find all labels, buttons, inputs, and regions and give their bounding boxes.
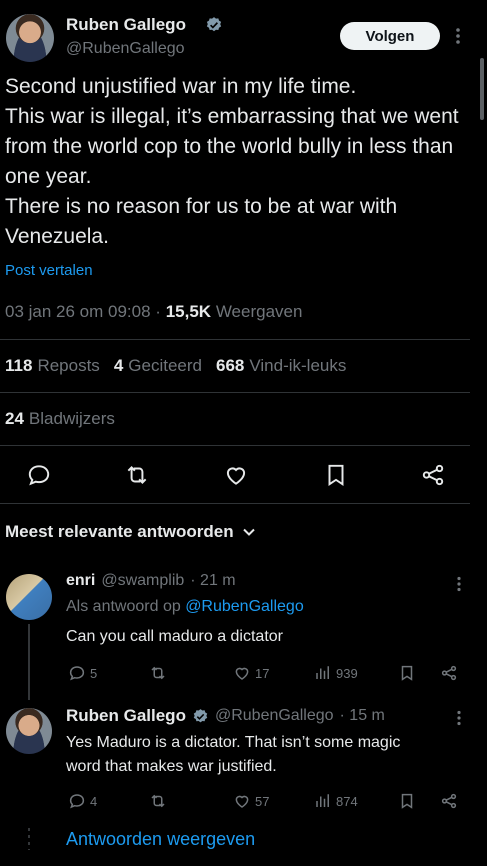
tweet-line: Second unjustified war in my life time.: [5, 75, 357, 98]
reply-icon: [69, 666, 85, 681]
bookmark-icon[interactable]: [398, 664, 416, 682]
like-icon: [235, 795, 249, 808]
repost-icon: [151, 794, 165, 808]
tweet-line: There is no reason for us to be at war w…: [5, 195, 398, 248]
more-icon[interactable]: [456, 576, 462, 592]
share-icon[interactable]: [440, 792, 458, 810]
verified-badge-icon: [206, 17, 222, 32]
reply-action-like[interactable]: 17: [233, 664, 269, 682]
divider: [0, 339, 470, 340]
likes-stat[interactable]: 668 Vind-ik-leuks: [216, 356, 346, 376]
views-icon: [316, 794, 329, 807]
divider: [0, 392, 470, 393]
share-icon[interactable]: [420, 462, 446, 488]
like-icon: [235, 667, 249, 680]
thread-connector: [28, 828, 30, 850]
like-icon[interactable]: [223, 462, 249, 488]
like-count: 57: [255, 793, 270, 809]
reply-action-repost[interactable]: [148, 792, 168, 810]
replies-sort-dropdown[interactable]: Meest relevante antwoorden: [5, 522, 256, 542]
reply-action-reply[interactable]: 4: [68, 792, 97, 810]
reply-icon: [69, 794, 85, 809]
repost-icon: [151, 666, 165, 680]
reply-author-handle[interactable]: @RubenGallego: [215, 707, 334, 725]
thread-line: [28, 624, 30, 700]
chevron-down-icon: [242, 528, 255, 536]
replies-sort-label: Meest relevante antwoorden: [5, 522, 234, 541]
views-label: Weergaven: [215, 302, 303, 321]
show-replies-link[interactable]: Antwoorden weergeven: [66, 829, 255, 850]
verified-badge-icon: [193, 708, 208, 722]
more-icon[interactable]: [456, 710, 462, 726]
bookmarks-count: 24: [5, 409, 24, 428]
reply-action-views[interactable]: 939: [314, 664, 358, 682]
reply-count: 5: [90, 665, 98, 681]
reply-icon[interactable]: [26, 462, 52, 488]
author-name[interactable]: Ruben Gallego: [66, 15, 186, 35]
likes-label: Vind-ik-leuks: [249, 356, 347, 375]
reply-header: Ruben Gallego @RubenGallego · 15 m: [66, 706, 385, 726]
engagement-stats: 118 Reposts 4 Geciteerd 668 Vind-ik-leuks: [5, 356, 346, 376]
quotes-count: 4: [113, 356, 124, 375]
likes-count: 668: [215, 356, 245, 375]
follow-button[interactable]: Volgen: [340, 22, 440, 50]
reply-to-label: Als antwoord op: [66, 598, 181, 615]
reply-author-name[interactable]: enri: [66, 572, 95, 590]
reply-time[interactable]: · 15 m: [340, 707, 385, 725]
repost-icon[interactable]: [124, 462, 150, 488]
views-count: 15,5K: [165, 302, 212, 321]
reply-author-name[interactable]: Ruben Gallego: [66, 706, 186, 726]
meta-separator: ·: [155, 302, 161, 321]
bookmarks-label: Bladwijzers: [28, 409, 115, 428]
view-count: 939: [336, 665, 358, 681]
tweet-line: This war is illegal, it’s embarrassing t…: [5, 105, 459, 188]
reposts-count: 118: [5, 356, 33, 375]
bookmark-icon[interactable]: [323, 462, 349, 488]
reply-action-repost[interactable]: [148, 664, 168, 682]
author-avatar[interactable]: [6, 14, 54, 62]
reply-count: 4: [90, 793, 98, 809]
reply-time[interactable]: · 21 m: [190, 572, 235, 590]
reply-to-handle[interactable]: @RubenGallego: [185, 598, 304, 615]
views-icon: [316, 666, 329, 679]
reply-header: enri @swamplib · 21 m: [66, 572, 236, 590]
scrollbar[interactable]: [480, 58, 484, 120]
author-handle[interactable]: @RubenGallego: [66, 40, 185, 58]
view-count: 874: [336, 793, 358, 809]
tweet-text: Second unjustified war in my life time. …: [5, 72, 475, 252]
reply-text: Can you call maduro a dictator: [66, 628, 283, 645]
reply-avatar[interactable]: [6, 574, 52, 620]
bookmarks-stat[interactable]: 24 Bladwijzers: [5, 409, 115, 429]
reply-author-handle[interactable]: @swamplib: [101, 572, 184, 590]
reposts-label: Reposts: [37, 356, 100, 375]
quotes-label: Geciteerd: [128, 356, 202, 375]
more-icon[interactable]: [455, 27, 461, 45]
share-icon[interactable]: [440, 664, 458, 682]
quotes-stat[interactable]: 4 Geciteerd: [114, 356, 202, 376]
reply-text: Yes Maduro is a dictator. That isn’t som…: [66, 734, 401, 775]
reply-avatar[interactable]: [6, 708, 52, 754]
timestamp[interactable]: 03 jan 26 om 09:08: [5, 302, 151, 321]
reply-action-views[interactable]: 874: [314, 792, 358, 810]
tweet-meta: 03 jan 26 om 09:08 · 15,5K Weergaven: [5, 302, 302, 322]
reply-action-reply[interactable]: 5: [68, 664, 97, 682]
bookmark-icon[interactable]: [398, 792, 416, 810]
divider: [0, 503, 470, 504]
divider: [0, 445, 470, 446]
reposts-stat[interactable]: 118 Reposts: [5, 356, 100, 376]
translate-link[interactable]: Post vertalen: [5, 262, 93, 279]
like-count: 17: [255, 665, 270, 681]
reply-context: Als antwoord op @RubenGallego: [66, 598, 304, 616]
reply-action-like[interactable]: 57: [233, 792, 269, 810]
